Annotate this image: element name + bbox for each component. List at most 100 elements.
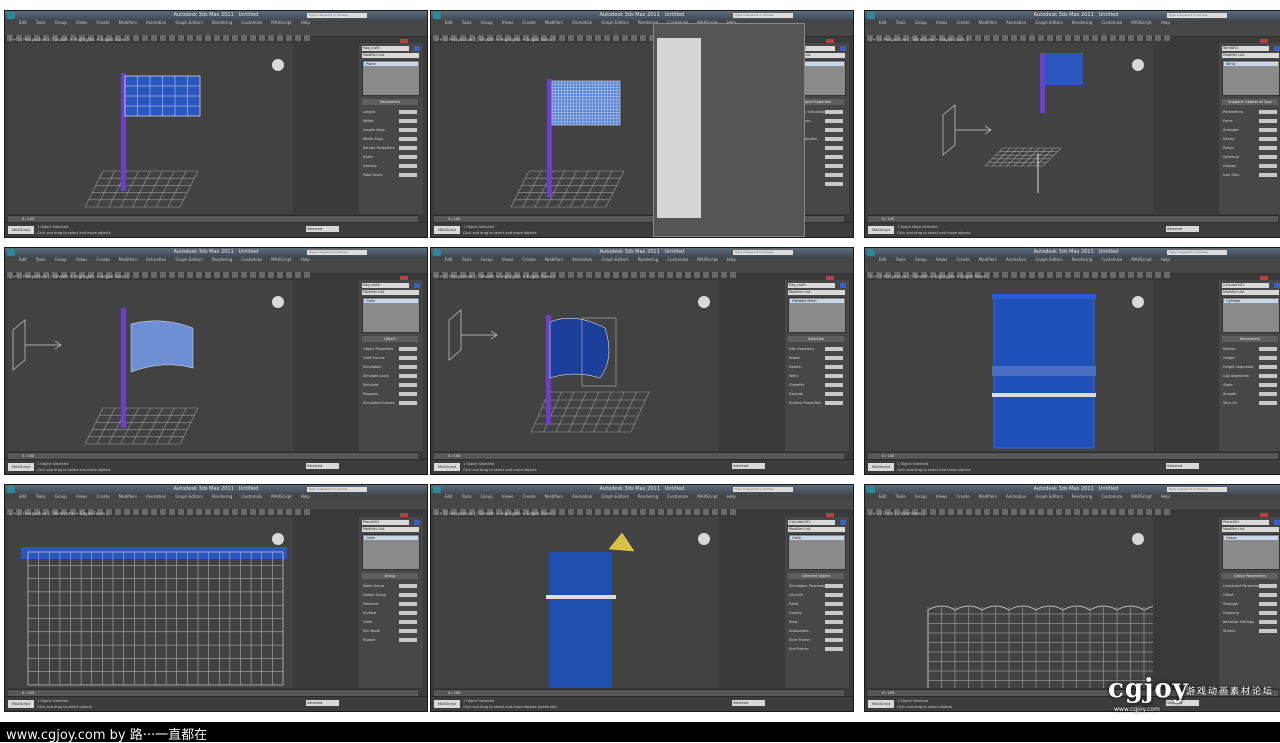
toolbar-tool-icon[interactable] — [1020, 509, 1026, 515]
toolbar-tool-icon[interactable] — [295, 509, 301, 515]
toolbar-tool-icon[interactable] — [268, 35, 274, 41]
menu-item[interactable]: Create — [956, 494, 969, 499]
maxscript-listener[interactable]: MAXScript — [434, 463, 460, 471]
menu-item[interactable]: Group — [915, 257, 927, 262]
stack-item[interactable]: Cloth — [364, 536, 418, 540]
parameter-spinner[interactable] — [1259, 611, 1277, 615]
toolbar-tool-icon[interactable] — [1119, 272, 1125, 278]
menu-item[interactable]: Animation — [1006, 494, 1026, 499]
parameter-spinner[interactable] — [825, 620, 843, 624]
object-color-swatch[interactable] — [840, 520, 846, 525]
toolbar-tool-icon[interactable] — [1101, 35, 1107, 41]
object-name-field[interactable]: Cylinder001 — [788, 520, 835, 525]
menu-item[interactable]: Tools — [462, 494, 472, 499]
menu-item[interactable]: Views — [76, 257, 88, 262]
toolbar-tool-icon[interactable] — [559, 272, 565, 278]
parameter-spinner[interactable] — [825, 365, 843, 369]
toolbar-tool-icon[interactable] — [1020, 272, 1026, 278]
parameter-spinner[interactable] — [825, 173, 843, 177]
viewport-label[interactable]: [ + ] [ Perspective ] [ Smooth + Highlig… — [436, 274, 554, 279]
parameter-spinner[interactable] — [825, 347, 843, 351]
toolbar-tool-icon[interactable] — [1002, 272, 1008, 278]
parameter-spinner[interactable] — [825, 611, 843, 615]
parameter-spinner[interactable] — [825, 584, 843, 588]
menu-item[interactable]: Rendering — [638, 257, 658, 262]
maxscript-listener[interactable]: MAXScript — [8, 700, 34, 708]
toolbar-tool-icon[interactable] — [993, 35, 999, 41]
menu-item[interactable]: Modifiers — [119, 20, 137, 25]
search-input[interactable]: Type a keyword or phrase — [1167, 250, 1227, 255]
rollout-header[interactable]: Supports Objects of Type — [1222, 99, 1278, 105]
menu-item[interactable]: Modifiers — [119, 494, 137, 499]
parameter-spinner[interactable] — [1259, 401, 1277, 405]
toolbar-tool-icon[interactable] — [304, 35, 310, 41]
window-controls[interactable] — [399, 249, 425, 283]
toolbar-tool-icon[interactable] — [1137, 272, 1143, 278]
viewport-label[interactable]: [ + ] [ Front ] [ Wireframe ] — [870, 511, 924, 516]
parameter-spinner[interactable] — [399, 155, 417, 159]
toolbar-tool-icon[interactable] — [214, 35, 220, 41]
toolbar-tool-icon[interactable] — [196, 35, 202, 41]
parameter-spinner[interactable] — [399, 392, 417, 396]
toolbar-tool-icon[interactable] — [595, 272, 601, 278]
rollout-header[interactable]: Selected Object — [788, 573, 844, 579]
menu-item[interactable]: Customize — [241, 257, 262, 262]
toolbar-tool-icon[interactable] — [568, 509, 574, 515]
toolbar-tool-icon[interactable] — [115, 509, 121, 515]
toolbar-tool-icon[interactable] — [133, 35, 139, 41]
menu-item[interactable]: Help — [301, 257, 310, 262]
parameter-spinner[interactable] — [825, 383, 843, 387]
menu-item[interactable]: Create — [96, 494, 109, 499]
menu-item[interactable]: Edit — [879, 494, 887, 499]
modifier-list-dropdown[interactable]: Modifier List — [788, 527, 845, 532]
menu-item[interactable]: MAXScript — [697, 494, 718, 499]
selection-set-dropdown[interactable]: Selected — [306, 463, 339, 469]
menu-item[interactable]: MAXScript — [271, 20, 292, 25]
search-input[interactable]: Type a keyword or phrase — [307, 250, 367, 255]
stack-item[interactable]: Editable Mesh — [790, 299, 844, 303]
selection-set-dropdown[interactable]: Selected — [1166, 226, 1199, 232]
toolbar-tool-icon[interactable] — [631, 509, 637, 515]
maxscript-listener[interactable]: MAXScript — [868, 226, 894, 234]
menu-item[interactable]: Tools — [36, 494, 46, 499]
viewport[interactable] — [434, 280, 719, 451]
toolbar-tool-icon[interactable] — [948, 509, 954, 515]
modifier-stack[interactable]: Cloth — [362, 297, 420, 333]
menu-item[interactable]: Graph Editors — [1035, 257, 1062, 262]
search-input[interactable]: Type a keyword or phrase — [733, 250, 793, 255]
toolbar-tool-icon[interactable] — [640, 509, 646, 515]
parameter-spinner[interactable] — [825, 110, 843, 114]
search-input[interactable]: Type a keyword or phrase — [307, 13, 367, 18]
selection-set-dropdown[interactable]: Selected — [1166, 463, 1199, 469]
menu-item[interactable]: Create — [96, 20, 109, 25]
viewport-label[interactable]: [ + ] [ Perspective ] [ Smooth + Highlig… — [10, 274, 128, 279]
parameter-spinner[interactable] — [1259, 164, 1277, 168]
parameter-spinner[interactable] — [1259, 173, 1277, 177]
toolbar-tool-icon[interactable] — [160, 509, 166, 515]
parameter-spinner[interactable] — [1259, 383, 1277, 387]
menu-item[interactable]: Rendering — [1072, 20, 1092, 25]
menu-item[interactable]: MAXScript — [271, 494, 292, 499]
toolbar-tool-icon[interactable] — [993, 272, 999, 278]
toolbar-tool-icon[interactable] — [178, 509, 184, 515]
toolbar-tool-icon[interactable] — [667, 509, 673, 515]
menu-item[interactable]: Graph Editors — [1035, 494, 1062, 499]
menu-item[interactable]: Help — [1161, 257, 1170, 262]
toolbar-tool-icon[interactable] — [604, 272, 610, 278]
toolbar-tool-icon[interactable] — [1047, 35, 1053, 41]
menu-item[interactable]: Help — [301, 20, 310, 25]
menu-item[interactable]: Edit — [19, 20, 27, 25]
toolbar-tool-icon[interactable] — [1128, 272, 1134, 278]
viewport-label[interactable]: [ + ] [ Perspective ] [ Smooth + Highlig… — [436, 37, 554, 42]
menu-item[interactable]: MAXScript — [1131, 494, 1152, 499]
menu-item[interactable]: Group — [55, 494, 67, 499]
toolbar-tool-icon[interactable] — [1083, 272, 1089, 278]
toolbar-tool-icon[interactable] — [568, 35, 574, 41]
toolbar-tool-icon[interactable] — [1056, 35, 1062, 41]
parameter-spinner[interactable] — [399, 128, 417, 132]
object-name-field[interactable]: flag_cloth — [362, 46, 409, 51]
simulation-object-list[interactable] — [657, 38, 701, 218]
toolbar-tool-icon[interactable] — [1065, 35, 1071, 41]
rollout-header[interactable]: Group Parameters — [1222, 573, 1278, 579]
toolbar-tool-icon[interactable] — [214, 272, 220, 278]
